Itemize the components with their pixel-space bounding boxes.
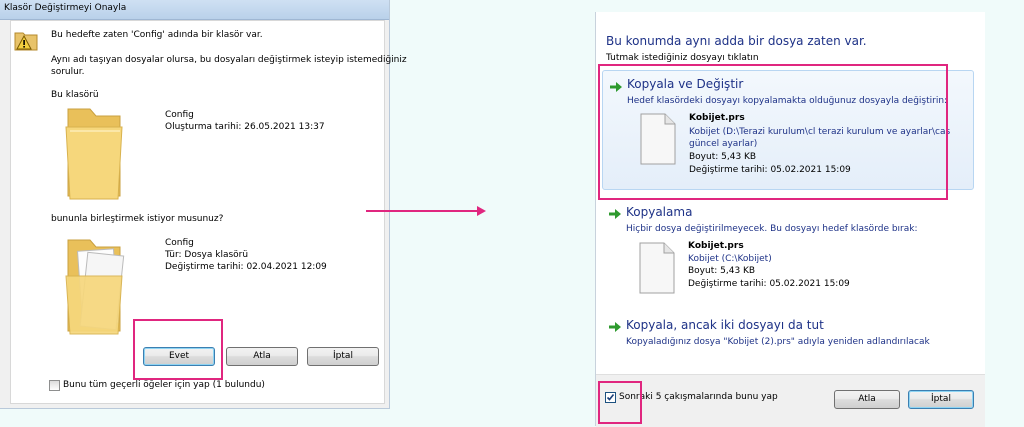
skip-button[interactable]: Atla [226, 347, 298, 366]
cancel-button[interactable]: İptal [908, 390, 974, 409]
dest-folder-created: Oluşturma tarihi: 26.05.2021 13:37 [165, 122, 325, 132]
file-modified: Değiştirme tarihi: 05.02.2021 15:09 [688, 279, 850, 289]
checkbox-highlight [598, 381, 642, 424]
go-arrow-icon [609, 322, 621, 332]
cancel-button[interactable]: İptal [307, 347, 379, 366]
dialog-title: Klasör Değiştirmeyi Onayla [4, 3, 127, 13]
option-copy-keep-both[interactable]: Kopyala, ancak iki dosyayı da tut Kopyal… [602, 317, 972, 353]
conflict-detail-1: Aynı adı taşıyan dosyalar olursa, bu dos… [51, 55, 407, 65]
dialog-titlebar[interactable]: Klasör Değiştirmeyi Onayla [0, 0, 389, 20]
conflict-subheader: Tutmak istediğiniz dosyayı tıklatın [606, 53, 759, 63]
conflict-detail-2: sorulur. [51, 67, 85, 77]
file-path-line1: Kobijet (C:\Kobijet) [688, 254, 772, 264]
apply-all-checkbox[interactable] [49, 380, 60, 391]
source-folder-name: Config [165, 238, 194, 248]
transition-arrow-line [366, 210, 478, 212]
option-title: Kopyala, ancak iki dosyayı da tut [626, 318, 824, 332]
option-dont-copy[interactable]: Kopyalama Hiçbir dosya değiştirilmeyecek… [602, 204, 972, 304]
option-description: Kopyaladığınız dosya "Kobijet (2).prs" a… [626, 337, 930, 347]
destination-folder-icon [65, 108, 123, 200]
apply-all-label: Bunu tüm geçerli öğeler için yap (1 bulu… [63, 380, 265, 390]
skip-button[interactable]: Atla [834, 390, 900, 409]
option-title: Kopyalama [626, 205, 693, 219]
source-folder-modified: Değiştirme tarihi: 02.04.2021 12:09 [165, 262, 327, 272]
yes-button-highlight [133, 319, 223, 380]
go-arrow-icon [609, 209, 621, 219]
folder-warning-icon [14, 32, 38, 51]
transition-arrow-head [477, 206, 486, 216]
file-icon [639, 242, 675, 294]
merge-question: bununla birleştirmek istiyor musunuz? [51, 214, 224, 224]
source-folder-type: Tür: Dosya klasörü [165, 250, 249, 260]
file-size: Boyut: 5,43 KB [688, 266, 756, 276]
next-conflicts-label: Sonraki 5 çakışmalarında bunu yap [619, 392, 778, 402]
copy-replace-highlight [598, 64, 948, 200]
dest-folder-name: Config [165, 110, 194, 120]
conflict-header: Bu konumda aynı adda bir dosya zaten var… [606, 34, 867, 48]
option-description: Hiçbir dosya değiştirilmeyecek. Bu dosya… [626, 224, 918, 234]
this-folder-label: Bu klasörü [51, 90, 99, 100]
conflict-message: Bu hedefte zaten 'Config' adında bir kla… [51, 30, 263, 40]
file-name: Kobijet.prs [688, 241, 744, 251]
source-folder-icon [65, 239, 125, 335]
